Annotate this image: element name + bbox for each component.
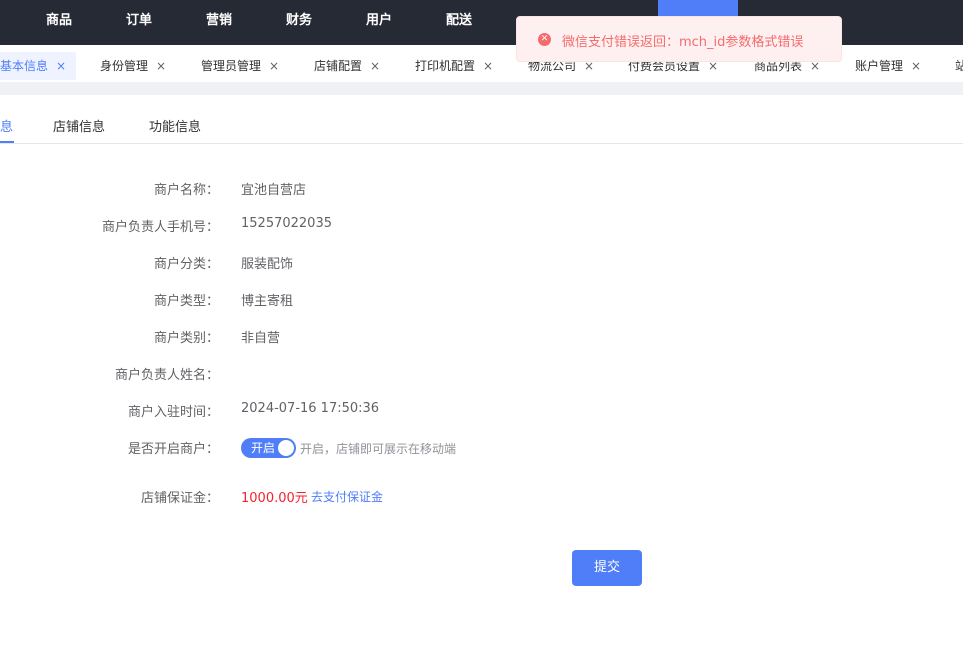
merchant-type-label: 商户类型： bbox=[153, 294, 219, 309]
error-toast: ✕ 微信支付错误返回：mch_id参数格式错误 bbox=[516, 16, 842, 62]
tab-store-config[interactable]: 店铺配置 × bbox=[314, 52, 380, 80]
owner-phone-label: 商户负责人手机号： bbox=[101, 220, 219, 235]
close-icon[interactable]: × bbox=[156, 59, 166, 73]
tab-basic-info[interactable]: 基本信息 × bbox=[0, 52, 77, 80]
nav-item-marketing[interactable]: 营销 bbox=[206, 0, 232, 45]
switch-text: 开启 bbox=[251, 441, 276, 455]
merchant-category-value: 服装配饰 bbox=[241, 257, 294, 272]
switch-hint: 开启，店铺即可展示在移动端 bbox=[300, 442, 457, 456]
tab-label: 身份管理 bbox=[100, 59, 149, 73]
tab-truncated[interactable]: 站 bbox=[955, 52, 963, 80]
nav-item-orders[interactable]: 订单 bbox=[126, 0, 152, 45]
tab-label: 基本信息 bbox=[0, 59, 49, 73]
tab-printer-config[interactable]: 打印机配置 × bbox=[415, 52, 493, 80]
join-time-label: 商户入驻时间： bbox=[127, 405, 219, 420]
merchant-category-label: 商户分类： bbox=[153, 257, 219, 272]
subtab-store-info[interactable]: 店铺信息 bbox=[53, 116, 105, 135]
error-circle-icon: ✕ bbox=[538, 33, 551, 46]
subtab-basic-info[interactable]: 息 bbox=[0, 116, 13, 135]
close-icon[interactable]: × bbox=[370, 59, 380, 73]
tab-label: 站 bbox=[955, 59, 963, 73]
tab-label: 店铺配置 bbox=[314, 59, 363, 73]
tab-account-management[interactable]: 账户管理 × bbox=[855, 52, 921, 80]
tab-label: 打印机配置 bbox=[415, 59, 476, 73]
tab-label: 账户管理 bbox=[855, 59, 904, 73]
close-icon[interactable]: × bbox=[911, 59, 921, 73]
tab-label: 管理员管理 bbox=[201, 59, 262, 73]
close-icon[interactable]: × bbox=[483, 59, 493, 73]
deposit-amount: 1000.00元 bbox=[241, 491, 308, 506]
merchant-name-label: 商户名称： bbox=[153, 183, 219, 198]
section-tabs: 息 店铺信息 功能信息 bbox=[0, 95, 963, 144]
submit-button[interactable]: 提交 bbox=[572, 550, 642, 586]
toast-message: 微信支付错误返回：mch_id参数格式错误 bbox=[562, 35, 804, 50]
deposit-label: 店铺保证金： bbox=[140, 491, 219, 506]
enable-merchant-switch[interactable]: 开启 bbox=[241, 438, 296, 458]
switch-knob bbox=[278, 440, 294, 456]
enable-merchant-label: 是否开启商户： bbox=[127, 442, 219, 457]
pay-deposit-link[interactable]: 去支付保证金 bbox=[311, 488, 383, 505]
join-time-value: 2024-07-16 17:50:36 bbox=[241, 401, 380, 416]
nav-item-users[interactable]: 用户 bbox=[366, 0, 392, 45]
owner-name-label: 商户负责人姓名： bbox=[114, 368, 219, 383]
nav-item-finance[interactable]: 财务 bbox=[286, 0, 312, 45]
merchant-name-value: 宜池自营店 bbox=[241, 183, 307, 198]
close-icon[interactable]: × bbox=[269, 59, 279, 73]
merchant-class-value: 非自营 bbox=[241, 331, 281, 346]
tab-identity-management[interactable]: 身份管理 × bbox=[100, 52, 166, 80]
nav-item-delivery[interactable]: 配送 bbox=[446, 0, 472, 45]
owner-phone-value: 15257022035 bbox=[241, 216, 332, 231]
merchant-type-value: 博主寄租 bbox=[241, 294, 294, 309]
merchant-class-label: 商户类别： bbox=[153, 331, 219, 346]
subtab-feature-info[interactable]: 功能信息 bbox=[149, 116, 201, 135]
tab-admin-management[interactable]: 管理员管理 × bbox=[201, 52, 279, 80]
tab-bar-divider bbox=[0, 82, 963, 95]
nav-item-products[interactable]: 商品 bbox=[46, 0, 72, 45]
close-icon[interactable]: × bbox=[56, 59, 66, 73]
nav-active-indicator bbox=[658, 0, 738, 16]
subtab-active-indicator bbox=[0, 141, 14, 143]
